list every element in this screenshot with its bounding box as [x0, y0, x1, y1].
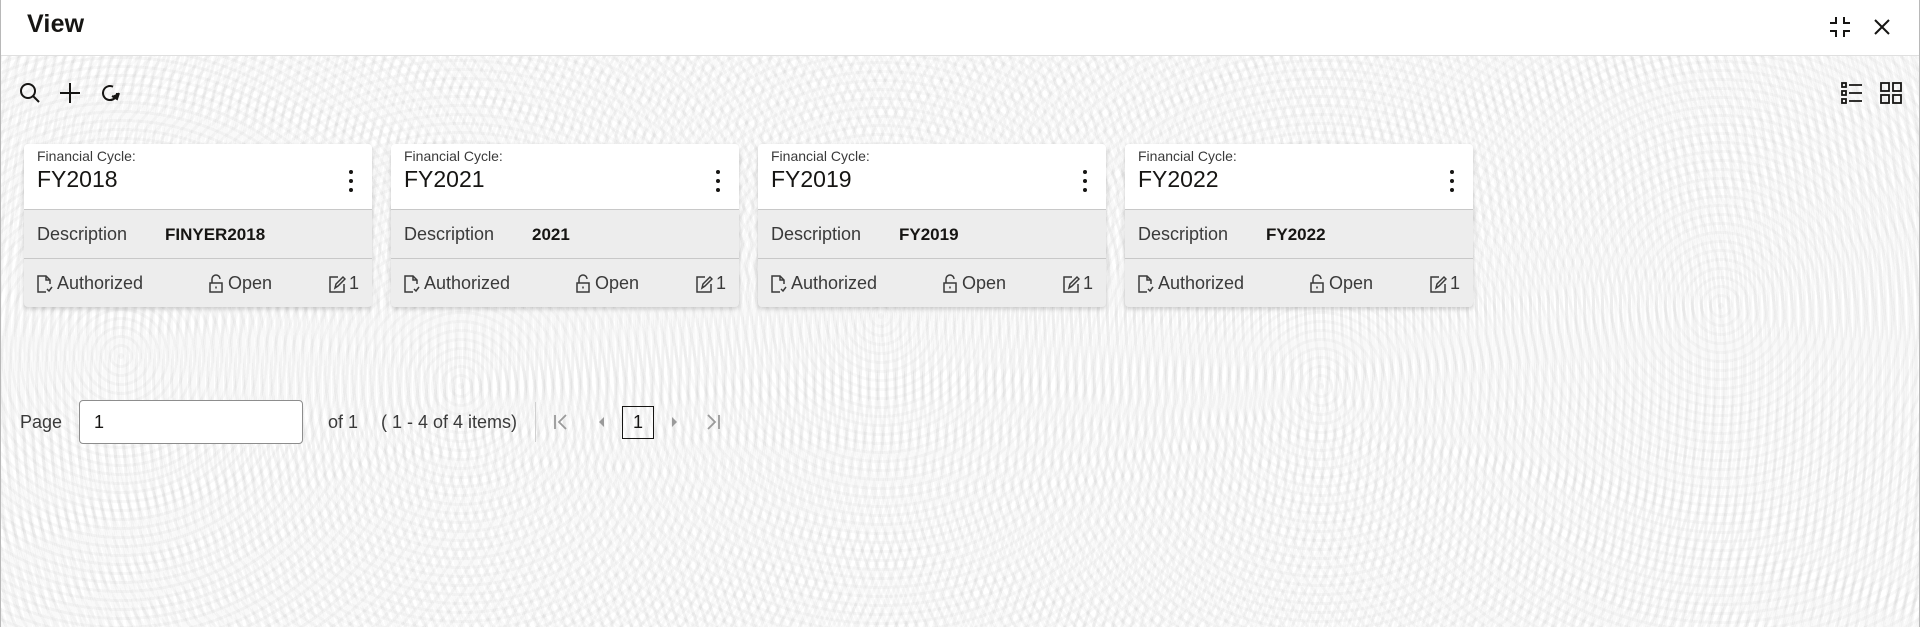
edit-icon [1430, 275, 1447, 293]
items-range-label: ( 1 - 4 of 4 items) [381, 412, 518, 432]
financial-cycle-value: FY2022 [1138, 166, 1219, 192]
compress-icon[interactable] [1827, 14, 1853, 40]
page-label: Page [20, 412, 63, 432]
description-label: Description [771, 224, 862, 244]
financial-cycle-card[interactable]: Financial Cycle: FY2021 Description 2021… [391, 144, 739, 307]
financial-cycle-value: FY2021 [404, 166, 485, 192]
description-value: FY2019 [899, 225, 959, 244]
refresh-icon[interactable] [97, 80, 123, 106]
authorized-document-icon [771, 274, 787, 293]
authorization-status: Authorized [770, 273, 877, 294]
status-row: Authorized Open 1 [24, 260, 372, 307]
unlock-icon [943, 273, 957, 293]
financial-cycle-value: FY2018 [37, 166, 118, 192]
unlock-icon [1310, 273, 1324, 293]
financial-cycle-card[interactable]: Financial Cycle: FY2019 Description FY20… [758, 144, 1106, 307]
more-options-icon[interactable] [1080, 170, 1090, 196]
record-status: Open [574, 273, 639, 294]
description-value: FY2022 [1266, 225, 1326, 244]
authorized-document-icon [37, 274, 53, 293]
record-status-text: Open [1329, 273, 1374, 293]
financial-cycle-card[interactable]: Financial Cycle: FY2018 Description FINY… [24, 144, 372, 307]
financial-cycle-value: FY2019 [771, 166, 852, 192]
card-header: Financial Cycle: FY2019 [758, 144, 1106, 210]
authorization-status-text: Authorized [57, 273, 144, 293]
description-row: Description 2021 [391, 210, 739, 259]
record-status-text: Open [228, 273, 273, 293]
modification-count-text: 1 [1450, 273, 1461, 293]
previous-page-button[interactable] [592, 412, 612, 432]
description-row: Description FY2019 [758, 210, 1106, 259]
last-page-button[interactable] [703, 412, 723, 432]
modification-count-text: 1 [349, 273, 360, 293]
modification-count: 1 [1062, 273, 1093, 294]
record-status: Open [941, 273, 1006, 294]
financial-cycle-label: Financial Cycle: [1138, 148, 1237, 164]
page-title: View [27, 10, 85, 38]
status-row: Authorized Open 1 [1125, 260, 1473, 307]
description-label: Description [404, 224, 495, 244]
modification-count: 1 [1429, 273, 1460, 294]
modification-count: 1 [328, 273, 359, 294]
authorization-status: Authorized [403, 273, 510, 294]
close-icon[interactable] [1869, 14, 1895, 40]
grid-view-icon[interactable] [1878, 80, 1904, 106]
status-row: Authorized Open 1 [758, 260, 1106, 307]
more-options-icon[interactable] [1447, 170, 1457, 196]
financial-cycle-label: Financial Cycle: [404, 148, 503, 164]
status-row: Authorized Open 1 [391, 260, 739, 307]
card-header: Financial Cycle: FY2021 [391, 144, 739, 210]
description-value: 2021 [532, 225, 570, 244]
pagination-divider [535, 402, 536, 442]
pagination: Page of 1 ( 1 - 4 of 4 items) 1 [1, 400, 761, 444]
modification-count-text: 1 [1083, 273, 1094, 293]
edit-icon [1063, 275, 1080, 293]
authorization-status-text: Authorized [424, 273, 511, 293]
add-icon[interactable] [57, 80, 83, 106]
record-status-text: Open [962, 273, 1007, 293]
more-options-icon[interactable] [713, 170, 723, 196]
record-status: Open [1308, 273, 1373, 294]
page-input[interactable] [79, 400, 303, 444]
search-icon[interactable] [17, 80, 43, 106]
card-header: Financial Cycle: FY2022 [1125, 144, 1473, 210]
edit-icon [696, 275, 713, 293]
page-count-label: of 1 [328, 412, 359, 432]
authorization-status: Authorized [1137, 273, 1244, 294]
financial-cycle-label: Financial Cycle: [37, 148, 136, 164]
financial-cycle-card[interactable]: Financial Cycle: FY2022 Description FY20… [1125, 144, 1473, 307]
description-row: Description FINYER2018 [24, 210, 372, 259]
card-header: Financial Cycle: FY2018 [24, 144, 372, 210]
more-options-icon[interactable] [346, 170, 356, 196]
description-row: Description FY2022 [1125, 210, 1473, 259]
authorization-status-text: Authorized [791, 273, 878, 293]
first-page-button[interactable] [551, 412, 571, 432]
content-area: Financial Cycle: FY2018 Description FINY… [1, 56, 1919, 627]
modification-count: 1 [695, 273, 726, 294]
authorization-status-text: Authorized [1158, 273, 1245, 293]
list-view-icon[interactable] [1839, 80, 1865, 106]
authorized-document-icon [1138, 274, 1154, 293]
financial-cycle-label: Financial Cycle: [771, 148, 870, 164]
unlock-icon [576, 273, 590, 293]
authorized-document-icon [404, 274, 420, 293]
unlock-icon [209, 273, 223, 293]
record-status-text: Open [595, 273, 640, 293]
window-header: View [1, 0, 1919, 56]
description-label: Description [37, 224, 128, 244]
modification-count-text: 1 [716, 273, 727, 293]
description-value: FINYER2018 [165, 225, 266, 244]
description-label: Description [1138, 224, 1229, 244]
edit-icon [329, 275, 346, 293]
record-status: Open [207, 273, 272, 294]
next-page-button[interactable] [664, 412, 684, 432]
authorization-status: Authorized [36, 273, 143, 294]
current-page-button[interactable]: 1 [622, 406, 654, 439]
